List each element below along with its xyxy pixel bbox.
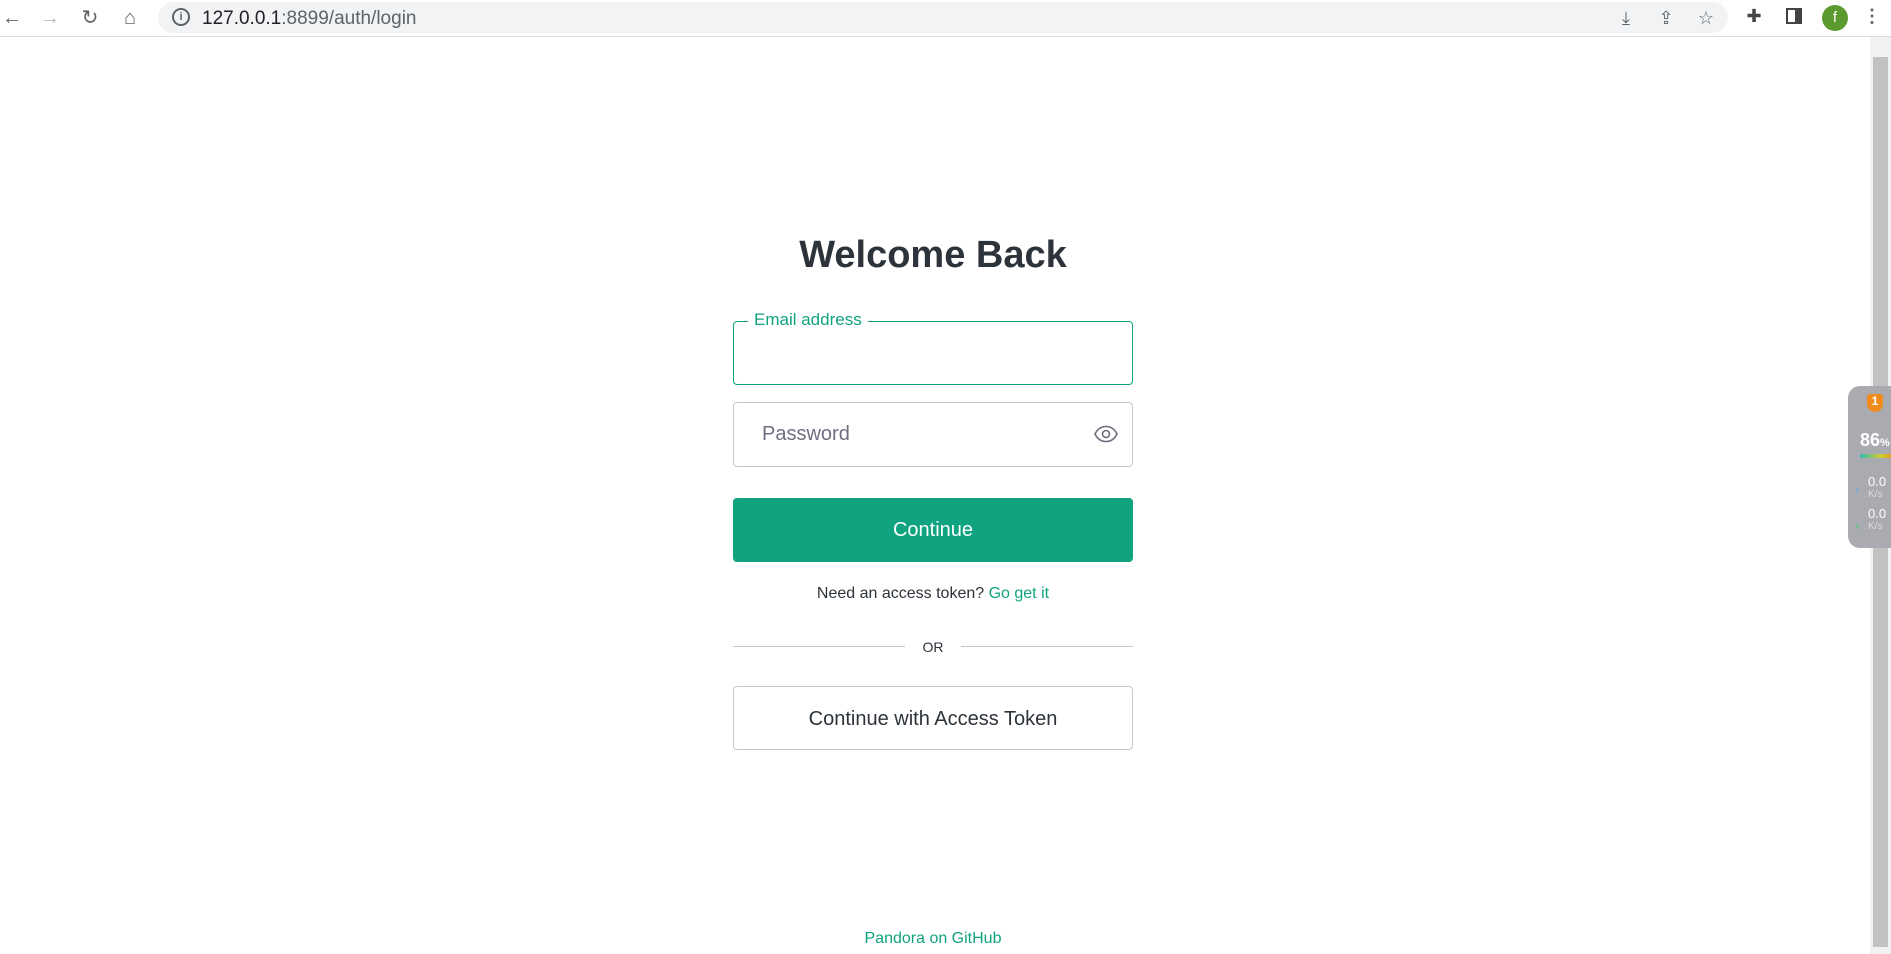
usage-bar — [1860, 454, 1891, 458]
or-divider: OR — [733, 637, 1133, 657]
or-text: OR — [922, 639, 944, 655]
password-placeholder: Password — [762, 423, 850, 445]
forward-icon[interactable]: → — [38, 6, 62, 30]
home-icon[interactable]: ⌂ — [118, 6, 142, 30]
share-icon[interactable]: ⇪ — [1654, 8, 1678, 29]
upload-speed: 0.0 — [1868, 474, 1887, 489]
download-arrow-icon: ↓ — [1855, 520, 1860, 531]
address-bar[interactable]: i 127.0.0.1:8899/auth/login ⤓ ⇪ ☆ — [158, 2, 1728, 33]
site-info-icon[interactable]: i — [172, 8, 190, 26]
email-field[interactable]: Email address — [733, 310, 1133, 385]
percent-unit: % — [1880, 437, 1890, 449]
download-unit: K/s — [1868, 521, 1883, 532]
page-title: Welcome Back — [799, 234, 1067, 276]
eye-icon[interactable] — [1094, 425, 1118, 443]
password-field[interactable]: Password — [733, 402, 1133, 467]
go-get-it-link[interactable]: Go get it — [989, 585, 1049, 602]
menu-icon[interactable]: ⋮ — [1860, 6, 1884, 27]
need-token-text: Need an access token? Go get it — [733, 585, 1133, 603]
avatar[interactable]: f — [1822, 5, 1848, 31]
need-token-label: Need an access token? — [816, 585, 985, 602]
install-icon[interactable]: ⤓ — [1614, 8, 1638, 29]
access-token-button[interactable]: Continue with Access Token — [733, 686, 1133, 750]
extensions-icon[interactable]: ✚ — [1742, 6, 1766, 27]
shield-badge: 1 — [1867, 394, 1883, 412]
download-speed: 0.0 — [1868, 506, 1887, 521]
upload-unit: K/s — [1868, 489, 1883, 500]
email-label: Email address — [748, 310, 868, 330]
url-text: 127.0.0.1:8899/auth/login — [202, 8, 416, 30]
cpu-percent: 86 — [1860, 430, 1881, 450]
network-monitor-widget[interactable]: 1 86% ↑ 0.0 K/s ↓ 0.0 K/s — [1848, 386, 1891, 548]
star-icon[interactable]: ☆ — [1694, 8, 1718, 29]
browser-toolbar: ← → ↻ ⌂ i 127.0.0.1:8899/auth/login ⤓ ⇪ … — [0, 0, 1891, 37]
url-host: 127.0.0.1 — [202, 8, 282, 29]
reload-icon[interactable]: ↻ — [78, 6, 102, 30]
upload-arrow-icon: ↑ — [1855, 486, 1860, 497]
back-icon[interactable]: ← — [0, 6, 24, 30]
url-path: :8899/auth/login — [281, 8, 417, 29]
side-panel-icon[interactable] — [1782, 6, 1806, 26]
github-link[interactable]: Pandora on GitHub — [733, 930, 1133, 948]
continue-button[interactable]: Continue — [733, 498, 1133, 562]
